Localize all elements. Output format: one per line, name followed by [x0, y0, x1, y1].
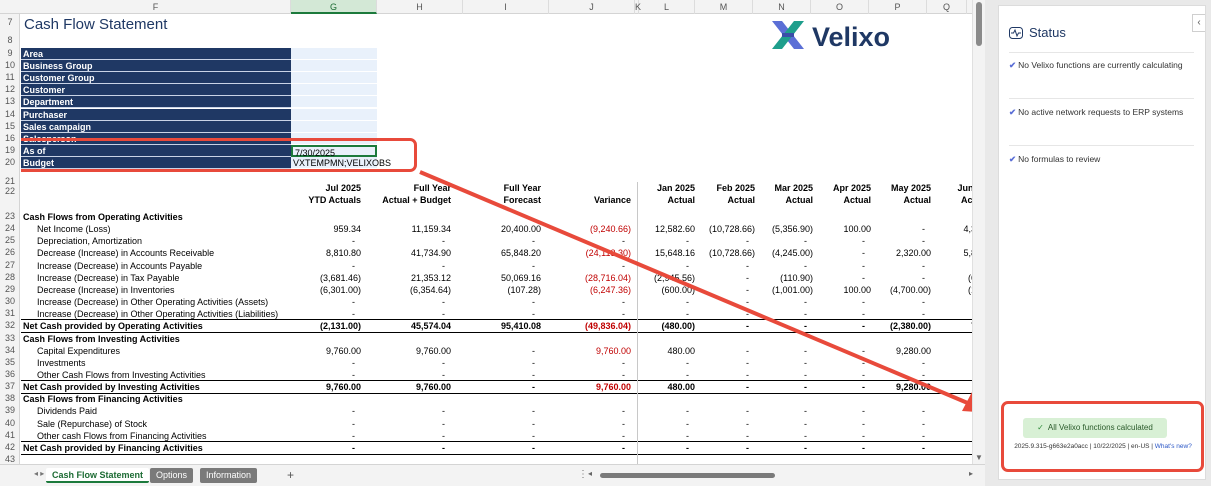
check-icon: ✔ — [1009, 154, 1017, 164]
velixo-status-panel: ‹ Status ✔ No Velixo functions are curren… — [998, 5, 1206, 480]
row-header[interactable]: 42 — [0, 442, 20, 452]
add-sheet-button[interactable]: + — [287, 468, 294, 482]
collapse-panel-button[interactable]: ‹ — [1192, 14, 1205, 32]
divider — [1009, 145, 1194, 146]
status-item: ✔ No Velixo functions are currently calcu… — [1009, 60, 1183, 70]
divider — [1009, 52, 1194, 53]
sheet-tab-bar: ◂ ▸ Cash Flow Statement Options Informatio… — [0, 464, 985, 486]
value-cell[interactable]: - — [845, 442, 925, 454]
highlight-box — [1001, 401, 1204, 472]
value-cell[interactable]: - — [455, 442, 535, 454]
sheet-tab[interactable]: Information — [200, 468, 258, 483]
spreadsheet: FGHIJKLMNOPQ 7 8 9 10 11 12 13 14 15 16 19 20 21 22 23… — [0, 0, 985, 486]
horizontal-scrollbar[interactable]: ◂ ▸ — [588, 469, 973, 480]
total-rule — [21, 440, 972, 442]
status-item: ✔ No active network requests to ERP syste… — [1009, 107, 1184, 117]
panel-title: Status — [1029, 25, 1066, 40]
check-icon: ✔ — [1009, 60, 1017, 70]
vertical-scrollbar[interactable]: ▼ — [972, 0, 985, 464]
row-header[interactable]: 41 — [0, 430, 20, 440]
tab-nav-icon[interactable]: ◂ ▸ — [34, 469, 44, 478]
value-cell[interactable]: - — [365, 442, 445, 454]
sheet-tab[interactable]: Options — [150, 468, 194, 483]
sheet-tab[interactable]: Cash Flow Statement — [46, 468, 150, 483]
check-icon: ✔ — [1009, 107, 1017, 117]
scroll-right-icon[interactable]: ▸ — [969, 469, 973, 478]
status-item: ✔ No formulas to review — [1009, 154, 1101, 164]
pulse-icon — [1009, 27, 1023, 39]
horizontal-scroll-thumb[interactable] — [600, 473, 775, 478]
vertical-scroll-thumb[interactable] — [976, 2, 982, 46]
divider — [1009, 98, 1194, 99]
total-rule — [21, 453, 972, 455]
scroll-left-icon[interactable]: ◂ — [588, 469, 592, 478]
scroll-down-icon[interactable]: ▼ — [975, 453, 983, 462]
row-label: Net Cash provided by Financing Activitie… — [23, 442, 203, 453]
row-header[interactable]: 43 — [0, 454, 20, 464]
callout-arrow — [419, 170, 985, 413]
value-cell[interactable]: - — [275, 442, 355, 454]
more-options-icon[interactable]: ⋮ — [578, 469, 588, 480]
